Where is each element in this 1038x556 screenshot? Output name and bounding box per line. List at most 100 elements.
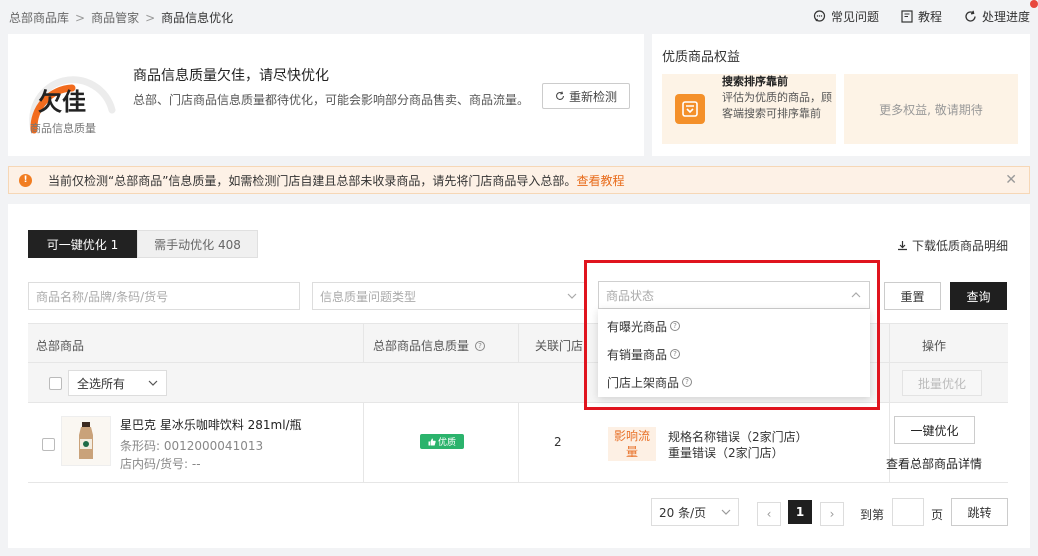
book-icon bbox=[901, 10, 913, 23]
divider bbox=[518, 403, 519, 483]
tutorial-link[interactable]: 教程 bbox=[901, 8, 942, 25]
product-status-dropdown: 有曝光商品 ? 有销量商品 ? 门店上架商品 ? bbox=[598, 309, 870, 397]
select-all-label: 全选所有 bbox=[77, 376, 126, 391]
help-icon[interactable]: ? bbox=[682, 377, 693, 387]
benefit-coming-soon: 更多权益, 敬请期待 bbox=[844, 74, 1018, 144]
product-barcode: 条形码: 0012000041013 bbox=[120, 439, 264, 453]
tab-one-click-optimize[interactable]: 可一键优化 1 bbox=[28, 230, 137, 258]
status-option-label: 有销量商品 bbox=[607, 347, 668, 362]
impact-tag-line1: 影响流 bbox=[613, 429, 650, 443]
notice-message: 当前仅检测“总部商品”信息质量，如需检测门店自建且总部未收录商品，请先将门店商品… bbox=[48, 173, 577, 188]
header-quality-wrap: 总部商品信息质量 ? bbox=[373, 337, 486, 354]
benefits-title: 优质商品权益 bbox=[662, 50, 741, 65]
quality-card: 欠佳 商品信息质量 商品信息质量欠佳，请尽快优化 总部、门店商品信息质量都待优化… bbox=[8, 34, 644, 156]
quality-badge-label: 优质 bbox=[437, 438, 456, 448]
view-detail-link[interactable]: 查看总部商品详情 bbox=[886, 455, 982, 472]
divider bbox=[889, 324, 890, 364]
rank-up-icon bbox=[675, 94, 705, 124]
breadcrumb-item-manager[interactable]: 商品管家 bbox=[91, 9, 139, 26]
quality-desc: 总部、门店商品信息质量都待优化，可能会影响部分商品售卖、商品流量。 bbox=[133, 93, 530, 107]
notice-text: 当前仅检测“总部商品”信息质量，如需检测门店自建且总部未收录商品，请先将门店商品… bbox=[48, 172, 624, 189]
row-checkbox[interactable] bbox=[42, 438, 55, 451]
refresh-icon bbox=[965, 10, 976, 22]
benefits-card: 优质商品权益 搜索排序靠前 评估为优质的商品，顾客端搜索可排序靠前 更多权益, … bbox=[652, 34, 1030, 156]
quality-title: 商品信息质量欠佳，请尽快优化 bbox=[133, 68, 329, 84]
header-action: 操作 bbox=[922, 339, 947, 353]
notice-bar: ! 当前仅检测“总部商品”信息质量，如需检测门店自建且总部未收录商品，请先将门店… bbox=[8, 166, 1030, 194]
quality-grade-label: 商品信息质量 bbox=[30, 122, 96, 135]
recheck-label: 重新检测 bbox=[568, 89, 617, 104]
breadcrumb-separator: > bbox=[145, 10, 156, 25]
divider bbox=[363, 324, 364, 364]
tab-manual-optimize[interactable]: 需手动优化 408 bbox=[137, 230, 258, 258]
quality-type-select[interactable]: 信息质量问题类型 bbox=[312, 282, 586, 310]
progress-link[interactable]: 处理进度 bbox=[964, 8, 1030, 25]
product-status-select[interactable]: 商品状态 bbox=[598, 281, 870, 309]
breadcrumb-separator: > bbox=[75, 10, 86, 25]
search-placeholder: 商品名称/品牌/条码/货号 bbox=[36, 289, 169, 304]
breadcrumb-item-library[interactable]: 总部商品库 bbox=[9, 9, 69, 26]
header-quality: 总部商品信息质量 bbox=[373, 339, 470, 353]
faq-label: 常见问题 bbox=[830, 10, 879, 24]
chevron-up-icon bbox=[851, 292, 861, 298]
product-thumbnail bbox=[61, 416, 111, 466]
jump-button[interactable]: 跳转 bbox=[951, 498, 1008, 526]
goto-page-input[interactable] bbox=[892, 498, 924, 526]
page-size-select[interactable]: 20 条/页 bbox=[651, 498, 739, 526]
divider bbox=[518, 324, 519, 364]
impact-tag: 影响流 量 bbox=[608, 427, 656, 461]
status-option-exposure[interactable]: 有曝光商品 ? bbox=[598, 312, 870, 340]
help-icon[interactable]: ? bbox=[475, 340, 486, 351]
download-icon bbox=[897, 241, 907, 251]
select-all-dropdown[interactable]: 全选所有 bbox=[68, 370, 167, 396]
quality-type-placeholder: 信息质量问题类型 bbox=[320, 289, 417, 304]
download-label: 下载低质商品明细 bbox=[911, 239, 1008, 253]
page-size-label: 20 条/页 bbox=[659, 505, 707, 520]
progress-label: 处理进度 bbox=[981, 10, 1030, 24]
impact-tag-line2: 量 bbox=[625, 445, 638, 459]
error-weight: 重量错误（2家门店） bbox=[668, 446, 784, 460]
close-icon[interactable]: ✕ bbox=[1005, 172, 1017, 188]
search-input[interactable]: 商品名称/品牌/条码/货号 bbox=[28, 282, 300, 310]
recheck-button[interactable]: 重新检测 bbox=[542, 83, 630, 109]
thumbs-up-icon bbox=[428, 438, 436, 445]
error-spec-name: 规格名称错误（2家门店） bbox=[668, 430, 808, 444]
help-icon[interactable]: ? bbox=[670, 349, 681, 359]
query-button[interactable]: 查询 bbox=[950, 282, 1007, 310]
help-icon[interactable]: ? bbox=[670, 321, 681, 331]
chevron-down-icon bbox=[721, 509, 731, 515]
download-link[interactable]: 下载低质商品明细 bbox=[897, 237, 1008, 254]
page-unit-label: 页 bbox=[931, 508, 944, 522]
faq-link[interactable]: 常见问题 bbox=[813, 8, 879, 25]
store-count: 2 bbox=[554, 435, 562, 449]
chevron-down-icon bbox=[148, 380, 158, 386]
divider bbox=[363, 403, 364, 483]
one-click-optimize-button[interactable]: 一键优化 bbox=[894, 416, 975, 444]
header-product: 总部商品 bbox=[36, 339, 85, 353]
product-name[interactable]: 星巴克 星冰乐咖啡饮料 281ml/瓶 bbox=[120, 416, 302, 433]
status-option-sales[interactable]: 有销量商品 ? bbox=[598, 340, 870, 368]
breadcrumb: 总部商品库 > 商品管家 > 商品信息优化 bbox=[9, 9, 233, 26]
reset-button[interactable]: 重置 bbox=[884, 282, 941, 310]
status-option-label: 门店上架商品 bbox=[607, 375, 680, 390]
page-button-1[interactable]: 1 bbox=[788, 500, 812, 524]
benefit-desc: 评估为优质的商品，顾客端搜索可排序靠前 bbox=[722, 91, 832, 120]
chat-icon bbox=[813, 10, 826, 22]
view-tutorial-link[interactable]: 查看教程 bbox=[576, 174, 624, 188]
quality-grade: 欠佳 bbox=[38, 88, 86, 116]
divider bbox=[889, 363, 890, 403]
status-option-listed[interactable]: 门店上架商品 ? bbox=[598, 368, 870, 396]
batch-optimize-button[interactable]: 批量优化 bbox=[902, 370, 982, 396]
drink-bottle-icon bbox=[79, 422, 93, 459]
product-status-placeholder: 商品状态 bbox=[606, 288, 655, 303]
refresh-icon bbox=[555, 91, 564, 100]
prev-page-button[interactable]: ‹ bbox=[757, 502, 781, 526]
table-row: 星巴克 星冰乐咖啡饮料 281ml/瓶 条形码: 0012000041013 店… bbox=[28, 403, 1008, 483]
product-store-code: 店内码/货号: -- bbox=[120, 457, 201, 471]
select-all-checkbox[interactable] bbox=[49, 377, 62, 390]
status-option-label: 有曝光商品 bbox=[607, 319, 668, 334]
next-page-button[interactable]: › bbox=[820, 502, 844, 526]
quality-badge: 优质 bbox=[420, 434, 464, 449]
breadcrumb-item-current: 商品信息优化 bbox=[161, 11, 234, 25]
chevron-down-icon bbox=[567, 293, 577, 299]
